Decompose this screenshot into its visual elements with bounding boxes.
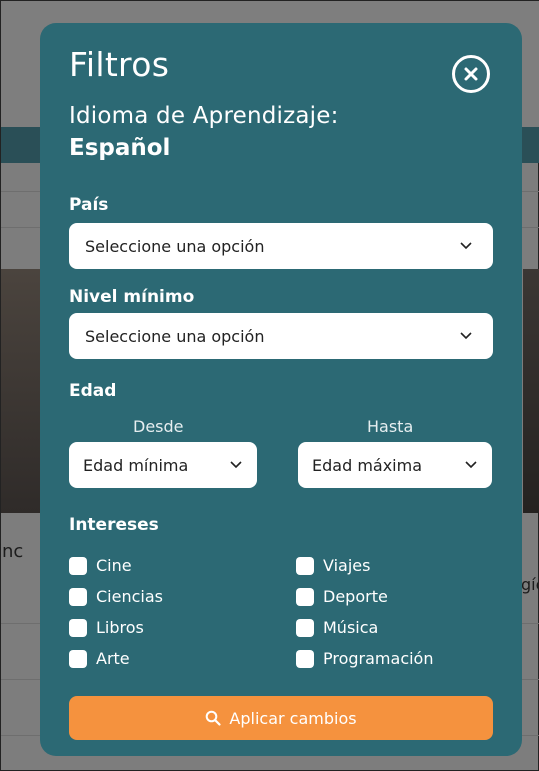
min-age-select[interactable]: Edad mínima	[69, 442, 257, 488]
interest-checkbox-deporte[interactable]: Deporte	[296, 587, 388, 606]
checkbox[interactable]	[69, 587, 87, 606]
interest-label: Deporte	[323, 587, 388, 606]
chevron-down-icon	[464, 458, 478, 472]
filters-modal: Filtros Idioma de Aprendizaje: Español P…	[40, 23, 522, 756]
modal-title: Filtros	[69, 45, 170, 84]
country-select[interactable]: Seleccione una opción	[69, 223, 493, 269]
age-from-label: Desde	[133, 417, 184, 436]
interest-label: Cine	[96, 556, 132, 575]
checkbox[interactable]	[69, 649, 87, 668]
max-age-select-value: Edad máxima	[312, 455, 423, 475]
background-card-text: gíc	[521, 575, 539, 594]
learning-language: Español	[69, 135, 171, 161]
interest-label: Programación	[323, 649, 434, 668]
min-level-label: Nivel mínimo	[69, 287, 195, 307]
background-photo	[1, 269, 41, 513]
chevron-down-icon	[229, 458, 243, 472]
interest-checkbox-cine[interactable]: Cine	[69, 556, 132, 575]
close-button[interactable]	[452, 55, 490, 93]
interest-checkbox-musica[interactable]: Música	[296, 618, 378, 637]
interest-checkbox-viajes[interactable]: Viajes	[296, 556, 370, 575]
min-age-select-value: Edad mínima	[83, 455, 189, 475]
chevron-down-icon	[459, 329, 473, 343]
language-heading: Idioma de Aprendizaje:	[69, 103, 339, 129]
interests-label: Intereses	[69, 515, 159, 535]
background-card-name: inc	[0, 541, 24, 562]
chevron-down-icon	[459, 239, 473, 253]
age-to-label: Hasta	[367, 417, 414, 436]
checkbox[interactable]	[296, 618, 314, 637]
checkbox[interactable]	[69, 618, 87, 637]
interest-label: Música	[323, 618, 379, 637]
search-icon	[206, 710, 222, 726]
interest-label: Ciencias	[96, 587, 163, 606]
apply-changes-button[interactable]: Aplicar cambios	[69, 696, 493, 740]
interest-label: Libros	[96, 618, 144, 637]
checkbox[interactable]	[296, 649, 314, 668]
checkbox[interactable]	[296, 556, 314, 575]
min-level-select-value: Seleccione una opción	[85, 326, 265, 346]
checkbox[interactable]	[296, 587, 314, 606]
interest-checkbox-arte[interactable]: Arte	[69, 649, 130, 668]
max-age-select[interactable]: Edad máxima	[298, 442, 492, 488]
interest-checkbox-programacion[interactable]: Programación	[296, 649, 433, 668]
country-label: País	[69, 195, 109, 215]
close-circle-icon	[464, 67, 478, 81]
interest-checkbox-libros[interactable]: Libros	[69, 618, 144, 637]
interest-label: Arte	[96, 649, 130, 668]
background-photo	[523, 269, 539, 513]
country-select-value: Seleccione una opción	[85, 236, 265, 256]
apply-changes-label: Aplicar cambios	[229, 708, 357, 728]
interest-checkbox-ciencias[interactable]: Ciencias	[69, 587, 163, 606]
interest-label: Viajes	[323, 556, 371, 575]
age-label: Edad	[69, 381, 117, 401]
checkbox[interactable]	[69, 556, 87, 575]
min-level-select[interactable]: Seleccione una opción	[69, 313, 493, 359]
